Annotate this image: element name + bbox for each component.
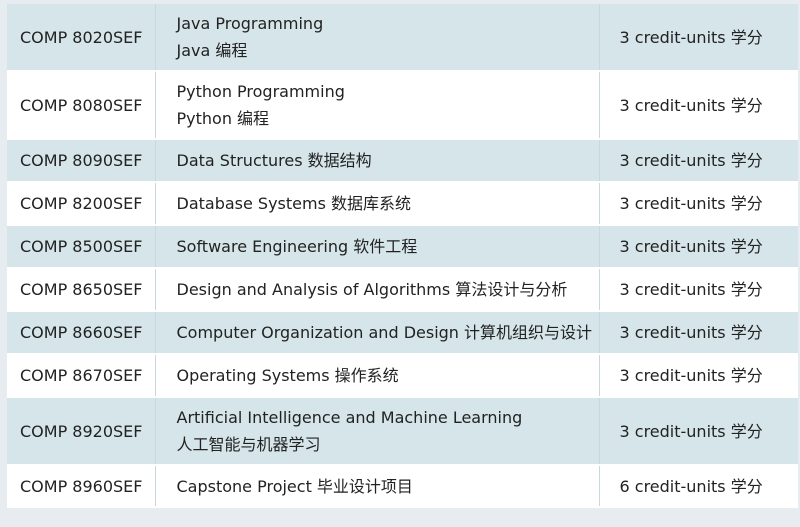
course-credits: 3 credit-units 学分 <box>598 182 798 226</box>
table-row: COMP 8650SEF Design and Analysis of Algo… <box>7 268 798 312</box>
course-title-zh: Python 编程 <box>176 109 270 128</box>
course-code: COMP 8500SEF <box>7 225 155 269</box>
course-title-en: Artificial Intelligence and Machine Lear… <box>176 408 523 427</box>
course-code: COMP 8660SEF <box>7 311 155 355</box>
course-credits: 3 credit-units 学分 <box>598 139 798 183</box>
course-title: Operating Systems 操作系统 <box>154 354 599 398</box>
course-credits: 3 credit-units 学分 <box>598 4 798 72</box>
table-row: COMP 8090SEF Data Structures 数据结构 3 cred… <box>7 139 798 183</box>
table-row: COMP 8920SEF Artificial Intelligence and… <box>7 397 798 466</box>
course-title: Data Structures 数据结构 <box>154 139 599 183</box>
course-title: Software Engineering 软件工程 <box>154 225 599 269</box>
course-code: COMP 8200SEF <box>7 182 155 226</box>
table-row: COMP 8670SEF Operating Systems 操作系统 3 cr… <box>7 354 798 398</box>
course-code: COMP 8670SEF <box>7 354 155 398</box>
course-title-zh: 人工智能与机器学习 <box>176 435 321 454</box>
course-credits: 3 credit-units 学分 <box>598 268 798 312</box>
course-code: COMP 8020SEF <box>7 4 155 72</box>
course-title: Design and Analysis of Algorithms 算法设计与分… <box>154 268 599 312</box>
course-credits: 3 credit-units 学分 <box>598 397 798 466</box>
course-title: Computer Organization and Design 计算机组织与设… <box>154 311 599 355</box>
course-title: Java Programming Java 编程 <box>154 4 599 72</box>
table-row: COMP 8020SEF Java Programming Java 编程 3 … <box>7 4 798 72</box>
course-title-en: Java Programming <box>176 14 324 33</box>
course-code: COMP 8090SEF <box>7 139 155 183</box>
table-row: COMP 8080SEF Python Programming Python 编… <box>7 71 798 140</box>
course-title-zh: Java 编程 <box>176 41 248 60</box>
course-table-page: COMP 8020SEF Java Programming Java 编程 3 … <box>0 0 800 527</box>
course-credits: 3 credit-units 学分 <box>598 354 798 398</box>
table-row: COMP 8200SEF Database Systems 数据库系统 3 cr… <box>7 182 798 226</box>
course-code: COMP 8080SEF <box>7 71 155 140</box>
course-credits: 6 credit-units 学分 <box>598 465 798 508</box>
course-code: COMP 8650SEF <box>7 268 155 312</box>
course-credits: 3 credit-units 学分 <box>598 311 798 355</box>
table-row: COMP 8960SEF Capstone Project 毕业设计项目 6 c… <box>7 465 798 508</box>
course-credits: 3 credit-units 学分 <box>598 225 798 269</box>
course-code: COMP 8920SEF <box>7 397 155 466</box>
course-table: COMP 8020SEF Java Programming Java 编程 3 … <box>7 4 798 508</box>
table-row: COMP 8500SEF Software Engineering 软件工程 3… <box>7 225 798 269</box>
course-credits: 3 credit-units 学分 <box>598 71 798 140</box>
course-title: Capstone Project 毕业设计项目 <box>154 465 599 508</box>
course-title: Database Systems 数据库系统 <box>154 182 599 226</box>
table-row: COMP 8660SEF Computer Organization and D… <box>7 311 798 355</box>
course-title: Python Programming Python 编程 <box>154 71 599 140</box>
course-title: Artificial Intelligence and Machine Lear… <box>154 397 599 466</box>
course-code: COMP 8960SEF <box>7 465 155 508</box>
course-title-en: Python Programming <box>176 82 345 101</box>
